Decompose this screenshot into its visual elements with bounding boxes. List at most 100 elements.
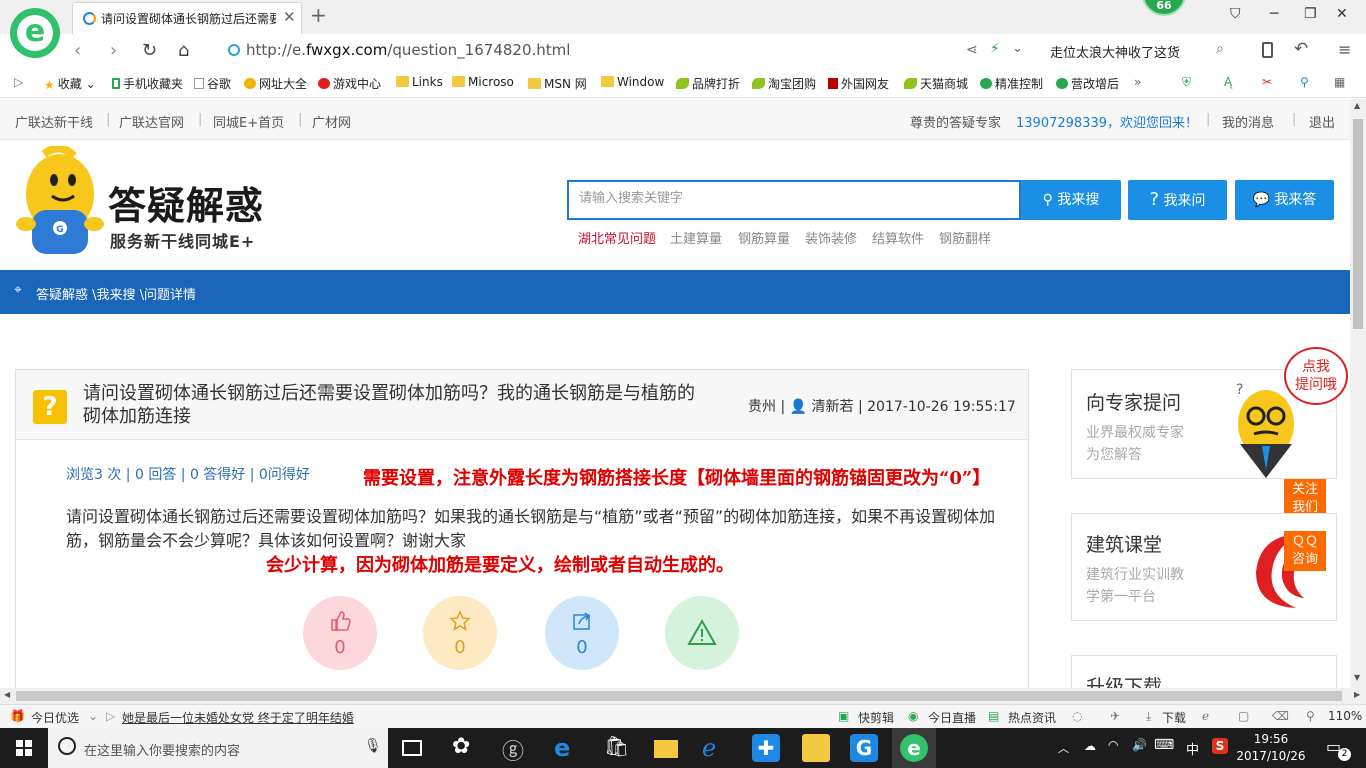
browser-logo[interactable]: e bbox=[10, 8, 60, 58]
shield-icon[interactable]: ⛨ bbox=[1182, 75, 1191, 90]
volume-icon[interactable]: 🔊 bbox=[1132, 738, 1147, 752]
tray-expand-icon[interactable]: ︿ bbox=[1058, 740, 1069, 756]
vertical-scroll-thumb[interactable] bbox=[1353, 119, 1363, 329]
vertical-scrollbar[interactable]: ▲ ▼ bbox=[1350, 99, 1366, 688]
trash-icon[interactable]: ⌫ bbox=[1272, 709, 1289, 723]
phone-icon[interactable] bbox=[1262, 42, 1273, 58]
zoom-level[interactable]: 110% bbox=[1328, 709, 1362, 723]
question-author[interactable]: 清新若 bbox=[812, 399, 854, 415]
search-button[interactable]: ⚲ 我来搜 bbox=[1021, 180, 1121, 220]
bookmark-discount[interactable]: 品牌打折 bbox=[676, 75, 740, 92]
notes-icon[interactable] bbox=[802, 734, 830, 762]
status-download[interactable]: 下载 bbox=[1162, 709, 1186, 726]
scissors-icon[interactable]: ✂ bbox=[1262, 75, 1272, 89]
qq-consult-tab[interactable]: ＱＱ 咨询 bbox=[1284, 531, 1326, 571]
notification-badge[interactable]: 66 bbox=[1142, 0, 1186, 16]
ask-bubble[interactable]: 点我 提问哦 bbox=[1284, 347, 1348, 405]
download-card[interactable]: 升级下载 bbox=[1071, 655, 1337, 688]
menu-icon[interactable]: ≡ bbox=[1338, 40, 1351, 59]
browser-tab[interactable]: 请问设置砌体通长钢筋过后还需要设置砌体加筋吗？我的通长钢筋是与植筋的砌体加筋连接… bbox=[72, 2, 302, 34]
hot-tag-decoration[interactable]: 装饰装修 bbox=[805, 228, 857, 247]
windows-start-icon[interactable] bbox=[16, 740, 32, 756]
taskbar-search-input[interactable]: 在这里输入你要搜索的内容 bbox=[84, 740, 240, 759]
sogou-ime-icon[interactable]: S bbox=[1212, 738, 1228, 754]
ie-mode-icon[interactable]: ℯ bbox=[1202, 709, 1209, 723]
scroll-left-icon[interactable]: ◀ bbox=[4, 690, 10, 699]
nav-link-glodon[interactable]: 广联达官网 bbox=[119, 112, 184, 131]
logout-link[interactable]: 退出 bbox=[1309, 112, 1335, 131]
hot-tag-rebar-detail[interactable]: 钢筋翻样 bbox=[939, 228, 991, 247]
zoom-icon[interactable]: ⚲ bbox=[1300, 75, 1309, 89]
file-explorer-icon[interactable] bbox=[654, 740, 678, 758]
scroll-up-icon[interactable]: ▲ bbox=[1354, 101, 1360, 110]
favorite-button[interactable]: 0 bbox=[423, 596, 497, 670]
share-icon[interactable]: ⋖ bbox=[966, 42, 978, 58]
nav-link-xgx[interactable]: 广联达新干线 bbox=[15, 112, 93, 131]
status-hot-news[interactable]: 热点资讯 bbox=[1008, 709, 1056, 726]
bookmark-foreign[interactable]: 外国网友 bbox=[828, 75, 889, 92]
bookmark-google[interactable]: 谷歌 bbox=[194, 75, 231, 92]
bookmark-nav[interactable]: 网址大全 bbox=[244, 75, 307, 92]
system-clock[interactable]: 19:56 2017/10/26 bbox=[1236, 731, 1306, 765]
zoom-icon[interactable]: ⚲ bbox=[1306, 709, 1315, 723]
app-pinwheel-icon[interactable]: ✿ bbox=[452, 734, 480, 762]
edge-icon[interactable]: e bbox=[554, 734, 582, 762]
scroll-right-icon[interactable]: ▶ bbox=[1354, 690, 1360, 699]
bookmark-vat[interactable]: 营改增后 bbox=[1056, 75, 1119, 92]
bookmark-links[interactable]: Links bbox=[396, 75, 443, 89]
user-welcome[interactable]: 13907298339，欢迎您回来！ bbox=[1016, 112, 1198, 131]
status-clip[interactable]: 快剪辑 bbox=[858, 709, 894, 726]
grid-icon[interactable]: ▦ bbox=[1334, 75, 1345, 89]
keyboard-icon[interactable]: ⌨ bbox=[1154, 737, 1174, 753]
active-browser-task[interactable]: e bbox=[892, 728, 936, 768]
chevron-down-icon[interactable]: ⌄ bbox=[88, 709, 98, 723]
bookmark-windows[interactable]: Window bbox=[601, 75, 664, 89]
ask-button[interactable]: ? 我来问 bbox=[1128, 180, 1227, 220]
pin-icon[interactable]: ✈ bbox=[1110, 709, 1120, 723]
hot-tag-settlement[interactable]: 结算软件 bbox=[872, 228, 924, 247]
wifi-icon[interactable]: ◠ bbox=[1108, 738, 1118, 752]
url-field[interactable]: http://e.fwxgx.com/question_1674820.html bbox=[246, 41, 570, 59]
my-messages-link[interactable]: 我的消息 bbox=[1222, 112, 1274, 131]
bookmark-msn[interactable]: MSN 网 bbox=[528, 75, 587, 92]
bookmark-favorites[interactable]: ★ 收藏 ⌄ bbox=[44, 75, 96, 92]
address-news-text[interactable]: 走位太浪大神收了这货 bbox=[1050, 42, 1180, 61]
horizontal-scroll-thumb[interactable] bbox=[16, 691, 1342, 701]
forward-icon[interactable]: › bbox=[110, 40, 117, 61]
lightning-icon[interactable]: ⚡ bbox=[990, 41, 1000, 57]
bookmark-tmall[interactable]: 天猫商城 bbox=[904, 75, 968, 92]
nav-link-gcw[interactable]: 广材网 bbox=[312, 112, 351, 131]
answer-button[interactable]: 💬 我来答 bbox=[1235, 180, 1334, 220]
site-info-icon[interactable] bbox=[228, 44, 240, 56]
bookmark-microsoft[interactable]: Microso bbox=[452, 75, 514, 89]
minimize-icon[interactable]: ─ bbox=[1270, 6, 1278, 22]
hot-tag-hubei[interactable]: 湖北常见问题 bbox=[578, 228, 656, 247]
window-icon[interactable]: ▢ bbox=[1238, 709, 1249, 723]
hot-tag-civil[interactable]: 土建算量 bbox=[670, 228, 722, 247]
bookmark-games[interactable]: 游戏中心 bbox=[318, 75, 381, 92]
maximize-icon[interactable]: ❐ bbox=[1304, 6, 1317, 22]
bookmark-precise[interactable]: 精准控制 bbox=[980, 75, 1043, 92]
horizontal-scrollbar[interactable]: ◀ ▶ bbox=[0, 688, 1366, 704]
share-button[interactable]: 0 bbox=[545, 596, 619, 670]
scroll-down-icon[interactable]: ▼ bbox=[1354, 673, 1360, 682]
search-icon[interactable]: ⌕ bbox=[1216, 41, 1224, 57]
more-bookmarks-icon[interactable]: » bbox=[1134, 75, 1141, 89]
search-input[interactable] bbox=[579, 190, 999, 205]
speed-icon[interactable]: ◌ bbox=[1072, 709, 1082, 723]
close-tab-icon[interactable]: ✕ bbox=[283, 8, 296, 26]
refresh-icon[interactable]: ↻ bbox=[142, 40, 157, 61]
app-swirl-icon[interactable]: ⓖ bbox=[502, 734, 530, 765]
tray-app-icon[interactable]: ☁ bbox=[1084, 739, 1096, 753]
store-icon[interactable]: 🛍 bbox=[604, 734, 632, 762]
bookmark-mobile[interactable]: 手机收藏夹 bbox=[112, 75, 183, 92]
task-view-icon[interactable] bbox=[402, 740, 422, 756]
app-cross-icon[interactable]: ✚ bbox=[752, 734, 780, 762]
undo-icon[interactable]: ↶ bbox=[1294, 39, 1308, 59]
breadcrumb[interactable]: 答疑解惑 \我来搜 \问题详情 bbox=[36, 284, 196, 303]
glodon-app-icon[interactable]: G bbox=[850, 734, 878, 762]
taskbar-search[interactable]: 在这里输入你要搜索的内容 🎙 bbox=[48, 728, 388, 768]
translate-icon[interactable]: Ą bbox=[1224, 75, 1232, 89]
shirt-icon[interactable]: ⛉ bbox=[1230, 6, 1241, 22]
chevron-down-icon[interactable]: ⌄ bbox=[1012, 41, 1023, 56]
